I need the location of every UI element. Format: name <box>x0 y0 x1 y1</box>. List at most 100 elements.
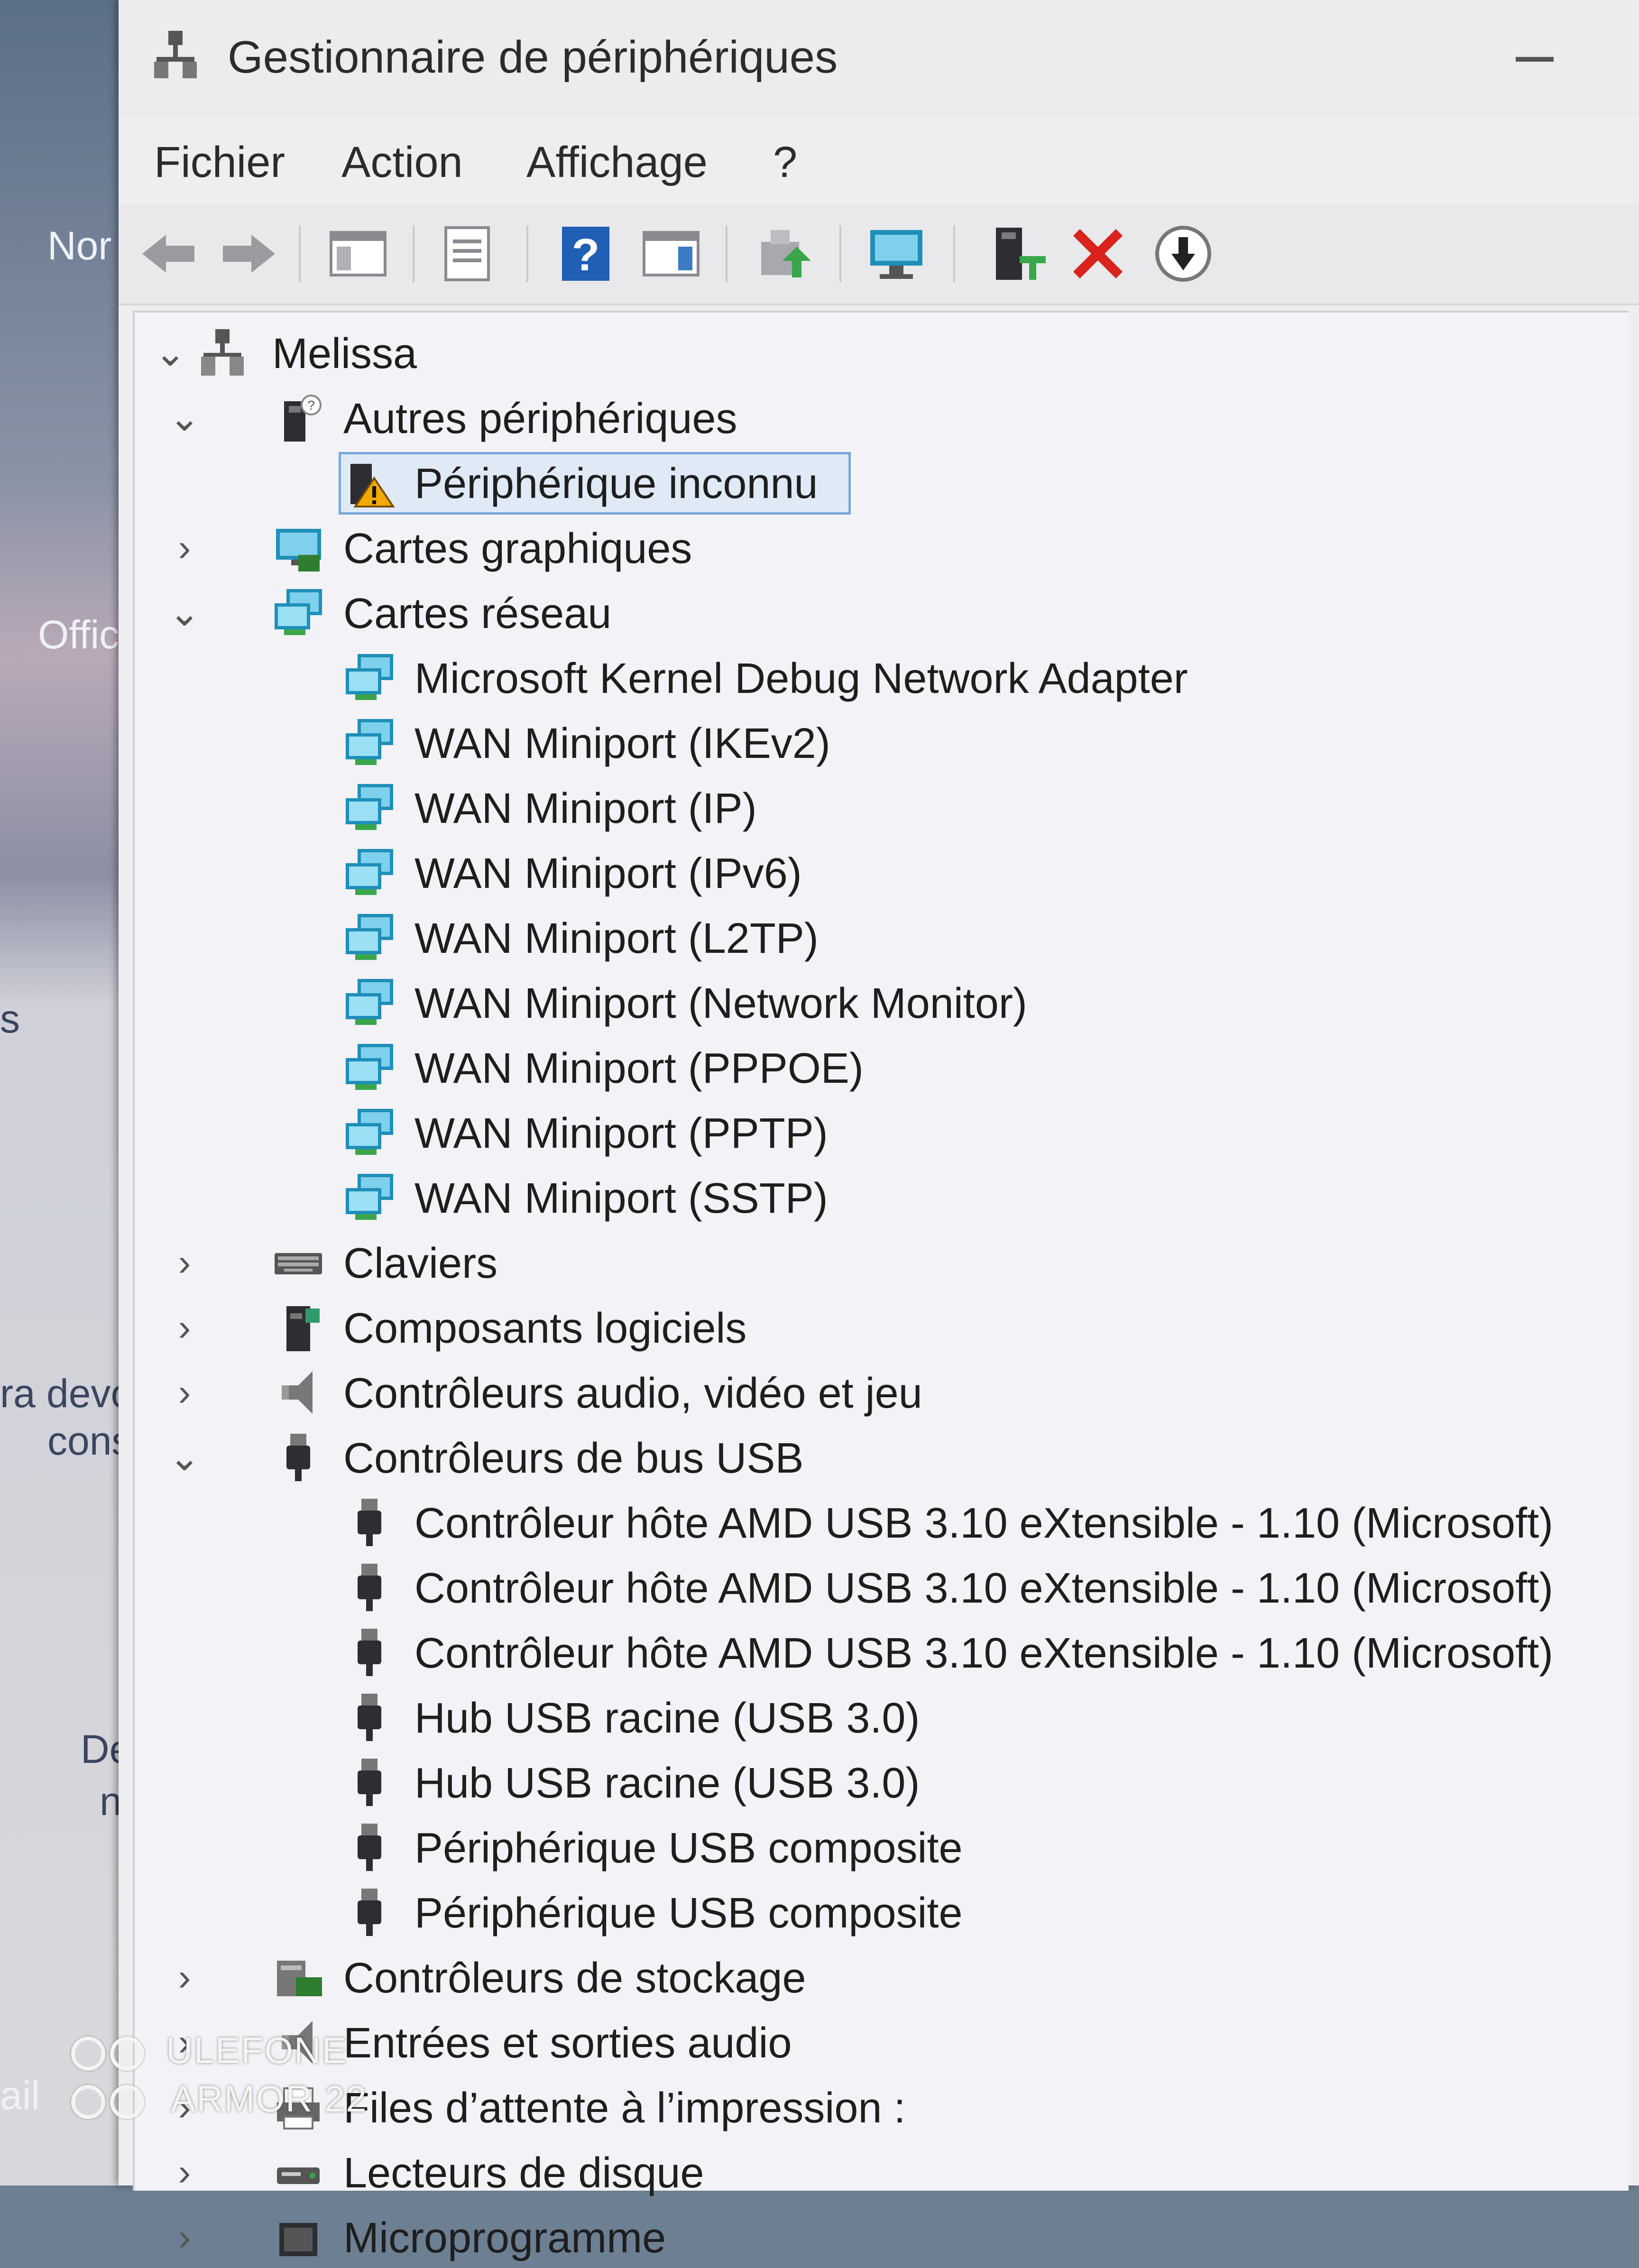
tree-device[interactable]: Périphérique USB composite <box>135 1881 1605 1943</box>
update-driver-icon[interactable] <box>754 223 816 285</box>
menu-fichier[interactable]: Fichier <box>154 138 285 187</box>
tree-category[interactable]: ⌄? Autres périphériques <box>135 387 1605 449</box>
network-adapter-icon <box>275 589 322 635</box>
chevron-down-icon[interactable]: ⌄ <box>168 396 201 439</box>
tree-device[interactable]: WAN Miniport (IP) <box>135 777 1605 839</box>
network-adapter-icon <box>346 654 393 700</box>
device-tree: ⌄ Melissa ⌄? Autres périphériques Périphér… <box>133 311 1629 2262</box>
network-adapter-icon <box>346 1109 393 1155</box>
keyboard-icon <box>275 1253 322 1274</box>
tree-device[interactable]: Périphérique inconnu <box>135 452 1605 515</box>
toolbar-separator <box>526 225 528 282</box>
tree-root[interactable]: ⌄ Melissa <box>135 322 1605 384</box>
menu-affichage[interactable]: Affichage <box>526 138 708 187</box>
tree-device[interactable]: WAN Miniport (PPPOE) <box>135 1037 1605 1098</box>
menu-action[interactable]: Action <box>341 138 463 187</box>
tree-category[interactable]: › Cartes graphiques <box>135 517 1605 579</box>
chevron-right-icon[interactable]: › <box>168 1306 201 1349</box>
back-icon[interactable] <box>138 223 199 285</box>
menu-help[interactable]: ? <box>773 138 797 187</box>
network-adapter-icon <box>346 784 393 830</box>
desktop-text: Offic <box>38 612 120 657</box>
speaker-icon <box>282 1371 313 1414</box>
tree-category[interactable]: › Lecteurs de disque <box>135 2141 1605 2203</box>
tree-device[interactable]: WAN Miniport (IPv6) <box>135 842 1605 904</box>
tree-device[interactable]: Contrôleur hôte AMD USB 3.10 eXtensible … <box>135 1492 1605 1553</box>
chevron-down-icon[interactable]: ⌄ <box>154 332 187 374</box>
help-icon[interactable]: ? <box>555 223 617 285</box>
tree-category[interactable]: › Entrées et sorties audio <box>135 2011 1605 2073</box>
tree-device[interactable]: WAN Miniport (L2TP) <box>135 907 1605 968</box>
tree-category[interactable]: › Microprogramme <box>135 2206 1605 2268</box>
properties-icon[interactable] <box>436 223 498 285</box>
action-pane-icon[interactable] <box>640 223 702 285</box>
computer-icon <box>201 329 244 376</box>
display-adapter-icon <box>276 529 321 572</box>
device-manager-icon <box>154 31 197 78</box>
tree-item-label: Périphérique inconnu <box>414 460 818 507</box>
network-adapter-icon <box>346 719 393 765</box>
tree-category[interactable]: › Contrôleurs audio, vidéo et jeu <box>135 1362 1605 1423</box>
tree-item-label: WAN Miniport (PPPOE) <box>414 1045 864 1092</box>
tree-category[interactable]: ⌄ Contrôleurs de bus USB <box>135 1427 1605 1488</box>
tree-device[interactable]: WAN Miniport (SSTP) <box>135 1167 1605 1228</box>
chevron-down-icon[interactable]: ⌄ <box>168 591 201 634</box>
desktop-text: ra devo <box>0 1371 133 1416</box>
chevron-right-icon[interactable]: › <box>168 2216 201 2259</box>
tree-device[interactable]: Contrôleur hôte AMD USB 3.10 eXtensible … <box>135 1622 1605 1683</box>
tree-item-label: Cartes réseau <box>343 590 612 637</box>
chevron-right-icon[interactable]: › <box>168 1371 201 1414</box>
usb-icon <box>358 1759 381 1806</box>
tree-category[interactable]: › Composants logiciels <box>135 1297 1605 1358</box>
usb-icon <box>358 1499 381 1546</box>
download-driver-icon[interactable] <box>1152 223 1214 285</box>
tree-item-label: Hub USB racine (USB 3.0) <box>414 1695 920 1742</box>
toolbar: ? <box>119 204 1639 305</box>
tree-device[interactable]: Hub USB racine (USB 3.0) <box>135 1752 1605 1813</box>
svg-text:?: ? <box>572 230 600 280</box>
toolbar-separator <box>726 225 727 282</box>
show-hide-console-tree-icon[interactable] <box>327 223 389 285</box>
chevron-right-icon[interactable]: › <box>168 1956 201 1999</box>
tree-item-label: Autres périphériques <box>343 395 737 443</box>
tree-item-label: Contrôleurs audio, vidéo et jeu <box>343 1370 922 1417</box>
tree-device[interactable]: WAN Miniport (Network Monitor) <box>135 972 1605 1033</box>
scan-hardware-icon[interactable] <box>868 223 930 285</box>
tree-device[interactable]: Contrôleur hôte AMD USB 3.10 eXtensible … <box>135 1557 1605 1618</box>
tree-item-label: Contrôleur hôte AMD USB 3.10 eXtensible … <box>414 1565 1554 1612</box>
uninstall-device-icon[interactable] <box>1067 223 1129 285</box>
tree-device[interactable]: WAN Miniport (PPTP) <box>135 1102 1605 1163</box>
tree-device[interactable]: Hub USB racine (USB 3.0) <box>135 1687 1605 1748</box>
tree-device[interactable]: WAN Miniport (IKEv2) <box>135 712 1605 774</box>
tree-item-label: Périphérique USB composite <box>414 1825 963 1872</box>
chevron-right-icon[interactable]: › <box>168 1241 201 1284</box>
forward-icon[interactable] <box>218 223 280 285</box>
desktop-text: Nor <box>47 223 112 268</box>
tree-category[interactable]: › Contrôleurs de stockage <box>135 1946 1605 2008</box>
disk-drive-icon <box>277 2167 320 2184</box>
network-adapter-icon <box>346 914 393 960</box>
menu-bar: Fichier Action Affichage ? <box>119 123 1639 199</box>
desktop-text: s <box>0 996 20 1041</box>
chevron-right-icon[interactable]: › <box>168 2151 201 2194</box>
tree-category[interactable]: ⌄ Cartes réseau <box>135 582 1605 644</box>
watermark-ring-icon <box>71 2037 105 2071</box>
tree-item-label: Microsoft Kernel Debug Network Adapter <box>414 655 1188 702</box>
tree-category[interactable]: › Claviers <box>135 1232 1605 1293</box>
network-adapter-icon <box>346 979 393 1025</box>
chevron-right-icon[interactable]: › <box>168 526 201 569</box>
tree-device[interactable]: Périphérique USB composite <box>135 1816 1605 1878</box>
usb-icon <box>358 1629 381 1676</box>
minimize-button[interactable] <box>1516 57 1554 62</box>
tree-item-label: Claviers <box>343 1240 498 1287</box>
tree-item-label: Contrôleur hôte AMD USB 3.10 eXtensible … <box>414 1630 1554 1677</box>
chevron-down-icon[interactable]: ⌄ <box>168 1436 201 1479</box>
usb-icon <box>286 1434 310 1481</box>
tree-item-label: Périphérique USB composite <box>414 1890 963 1937</box>
svg-text:?: ? <box>307 398 315 413</box>
add-legacy-hardware-icon[interactable] <box>986 223 1048 285</box>
title-bar[interactable]: Gestionnaire de périphériques <box>119 0 1639 119</box>
tree-item-label: Lecteurs de disque <box>343 2149 704 2197</box>
network-adapter-icon <box>346 1044 393 1090</box>
tree-device[interactable]: Microsoft Kernel Debug Network Adapter <box>135 647 1605 709</box>
